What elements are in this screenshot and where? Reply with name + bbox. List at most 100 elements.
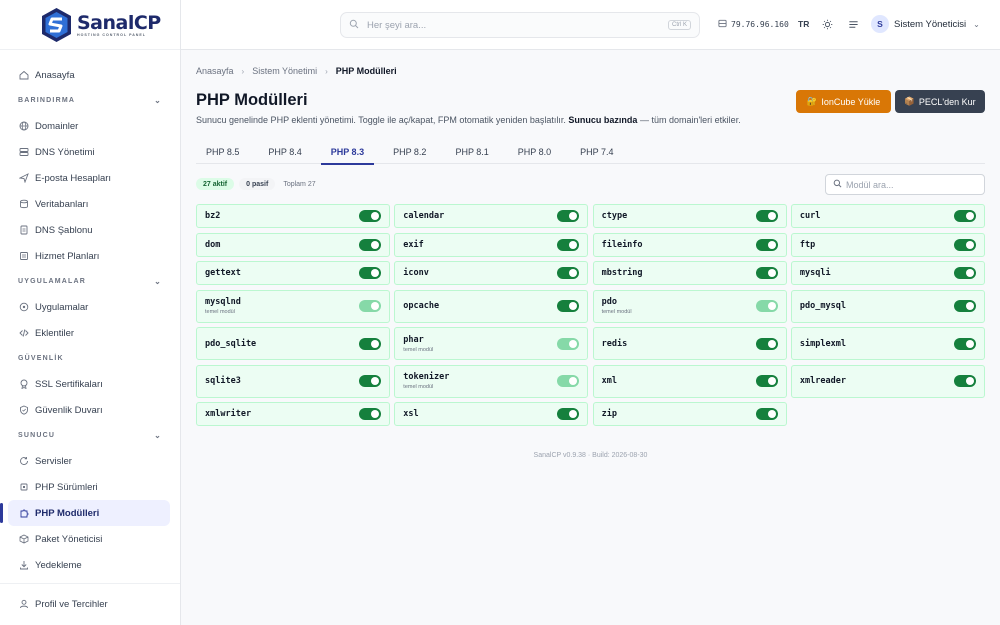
- module-toggle[interactable]: [359, 238, 381, 251]
- module-card: tokenizer temel modül: [394, 364, 589, 398]
- package-icon: 📦: [904, 96, 915, 106]
- module-toggle[interactable]: [953, 300, 976, 312]
- sidebar-item-profile[interactable]: Profil ve Tercihler: [8, 591, 170, 617]
- module-toggle[interactable]: [557, 238, 580, 251]
- module-info: redis: [602, 339, 628, 349]
- module-toggle: [755, 300, 778, 312]
- module-toggle[interactable]: [953, 238, 976, 251]
- module-name: tokenizer: [403, 372, 450, 382]
- module-toggle[interactable]: [557, 408, 580, 420]
- sidebar-item-backup[interactable]: Yedekleme: [8, 552, 170, 578]
- sidebar-item-ssl[interactable]: SSL Sertifikaları: [8, 371, 170, 397]
- module-toggle[interactable]: [953, 337, 976, 350]
- module-toggle[interactable]: [557, 210, 580, 222]
- button-label: IonCube Yükle: [821, 96, 881, 107]
- breadcrumb: Anasayfa › Sistem Yönetimi › PHP Modülle…: [196, 66, 397, 76]
- sidebar-item-dns-template[interactable]: DNS Şablonu: [8, 217, 170, 243]
- desc-bold: Sunucu bazında: [568, 115, 638, 125]
- section-apps[interactable]: UYGULAMALAR ⌄: [0, 269, 180, 294]
- module-info: xml: [602, 376, 617, 386]
- tab-php-8-1[interactable]: PHP 8.1: [445, 139, 498, 164]
- module-info: sqlite3: [205, 376, 241, 386]
- module-info: calendar: [403, 211, 444, 221]
- sidebar-item-label: Servisler: [35, 455, 72, 467]
- module-toggle[interactable]: [953, 210, 976, 222]
- sidebar-item-label: Profil ve Tercihler: [35, 598, 108, 610]
- tab-php-8-3[interactable]: PHP 8.3: [320, 139, 375, 165]
- module-filter[interactable]: [825, 174, 985, 195]
- module-toggle[interactable]: [359, 210, 381, 222]
- module-note: temel modül: [205, 309, 235, 315]
- send-icon: [19, 173, 29, 183]
- tab-php-8-5[interactable]: PHP 8.5: [196, 139, 249, 164]
- module-toggle[interactable]: [359, 408, 381, 420]
- sidebar-item-php-modules[interactable]: PHP Modülleri: [0, 500, 170, 526]
- module-info: ftp: [800, 240, 815, 250]
- module-toggle[interactable]: [557, 300, 580, 312]
- sidebar-item-package-manager[interactable]: Paket Yöneticisi: [8, 526, 170, 552]
- module-toggle[interactable]: [755, 337, 778, 350]
- menu-icon[interactable]: [846, 17, 860, 31]
- sidebar-item-label: PHP Modülleri: [35, 507, 100, 519]
- module-toggle[interactable]: [359, 375, 381, 387]
- refresh-icon: [19, 456, 29, 466]
- module-toggle[interactable]: [755, 210, 778, 222]
- section-title: BARINDIRMA: [18, 97, 76, 104]
- module-toggle[interactable]: [755, 267, 778, 279]
- brand-logo[interactable]: SanalCP HOSTING CONTROL PANEL: [0, 0, 180, 50]
- chevron-down-icon: ⌄: [973, 19, 980, 29]
- module-card: dom: [196, 232, 390, 257]
- ioncube-install-button[interactable]: 🔐 IonCube Yükle: [796, 90, 891, 113]
- module-name: mysqli: [799, 268, 831, 278]
- search-input[interactable]: Her şeyi ara...: [367, 20, 668, 31]
- breadcrumb-home[interactable]: Anasayfa: [196, 66, 234, 76]
- module-name: sqlite3: [205, 376, 241, 386]
- module-search-input[interactable]: [846, 179, 976, 190]
- sidebar-item-databases[interactable]: Veritabanları: [8, 191, 170, 217]
- pecl-install-button[interactable]: 📦 PECL'den Kur: [895, 90, 985, 113]
- tab-php-7-4[interactable]: PHP 7.4: [570, 139, 623, 164]
- sidebar-item-firewall[interactable]: Güvenlik Duvarı: [8, 397, 170, 423]
- sidebar-item-apps[interactable]: Uygulamalar: [8, 294, 170, 320]
- sidebar-item-php-versions[interactable]: PHP Sürümleri: [8, 474, 170, 500]
- server-icon: [718, 19, 727, 30]
- main-content: Anasayfa › Sistem Yönetimi › PHP Modülle…: [181, 50, 1000, 625]
- sidebar-item-plans[interactable]: Hizmet Planları: [8, 243, 170, 269]
- module-toggle[interactable]: [755, 238, 778, 251]
- breadcrumb-system[interactable]: Sistem Yönetimi: [252, 66, 317, 76]
- tab-php-8-4[interactable]: PHP 8.4: [258, 139, 311, 164]
- sidebar-item-dns[interactable]: DNS Yönetimi: [8, 139, 170, 165]
- language-switch[interactable]: TR: [798, 19, 809, 29]
- module-name: calendar: [403, 211, 445, 221]
- sidebar-item-email[interactable]: E-posta Hesapları: [8, 165, 170, 191]
- module-toggle[interactable]: [953, 267, 976, 279]
- module-name: opcache: [403, 301, 440, 311]
- tab-php-8-2[interactable]: PHP 8.2: [383, 139, 436, 164]
- sidebar-item-home[interactable]: Anasayfa: [8, 62, 170, 88]
- module-toggle[interactable]: [953, 375, 976, 387]
- section-security[interactable]: GÜVENLİK: [0, 346, 180, 371]
- module-name: redis: [601, 338, 628, 349]
- tab-php-8-0[interactable]: PHP 8.0: [508, 139, 561, 164]
- user-icon: [19, 599, 29, 609]
- section-server[interactable]: SUNUCU ⌄: [0, 423, 180, 448]
- sidebar-item-plugins[interactable]: Eklentiler: [8, 320, 170, 346]
- module-toggle[interactable]: [755, 408, 778, 420]
- global-search[interactable]: Her şeyi ara... Ctrl K: [340, 12, 700, 38]
- module-toggle[interactable]: [359, 267, 381, 279]
- footer-version: SanalCP v0.9.38 · Build: 2026-08-30: [533, 452, 648, 459]
- module-card: gettext: [196, 261, 390, 285]
- module-toggle[interactable]: [359, 337, 381, 350]
- sun-icon[interactable]: [820, 17, 834, 31]
- shield-icon: [19, 405, 29, 415]
- document-icon: [19, 225, 29, 235]
- module-toggle[interactable]: [755, 375, 778, 387]
- module-toggle[interactable]: [557, 267, 580, 279]
- sidebar-item-services[interactable]: Servisler: [8, 448, 170, 474]
- module-card: mbstring: [592, 261, 787, 285]
- sidebar-item-domains[interactable]: Domainler: [8, 113, 170, 139]
- section-hosting[interactable]: BARINDIRMA ⌄: [0, 88, 180, 113]
- passive-count-badge: 0 pasif: [239, 178, 276, 190]
- sidebar-item-label: Hizmet Planları: [35, 250, 100, 262]
- user-menu[interactable]: S Sistem Yöneticisi ⌄: [871, 15, 980, 33]
